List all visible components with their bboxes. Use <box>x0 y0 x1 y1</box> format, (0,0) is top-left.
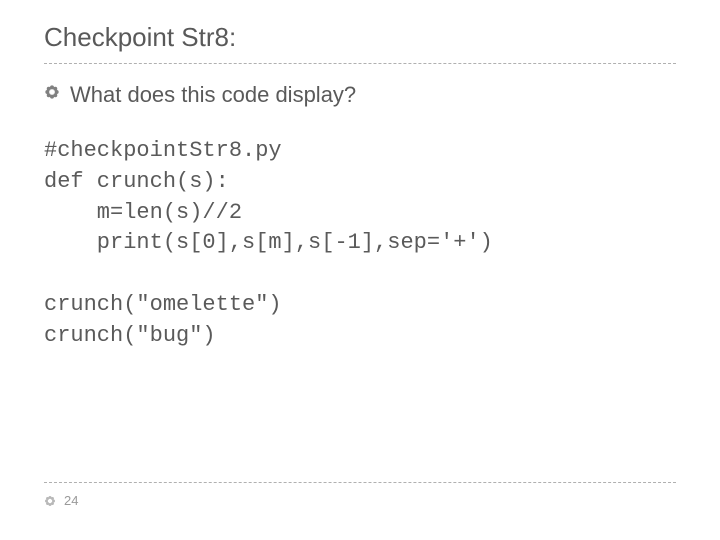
slide-title: Checkpoint Str8: <box>44 22 676 64</box>
code-block: #checkpointStr8.py def crunch(s): m=len(… <box>44 136 676 352</box>
footer-flower-icon <box>44 495 56 507</box>
page-number: 24 <box>64 493 78 508</box>
slide-footer: 24 <box>44 482 676 508</box>
bullet-flower-icon <box>44 84 60 100</box>
slide-content: Checkpoint Str8: What does this code dis… <box>0 0 720 352</box>
bullet-item: What does this code display? <box>44 82 676 108</box>
question-text: What does this code display? <box>70 82 356 108</box>
